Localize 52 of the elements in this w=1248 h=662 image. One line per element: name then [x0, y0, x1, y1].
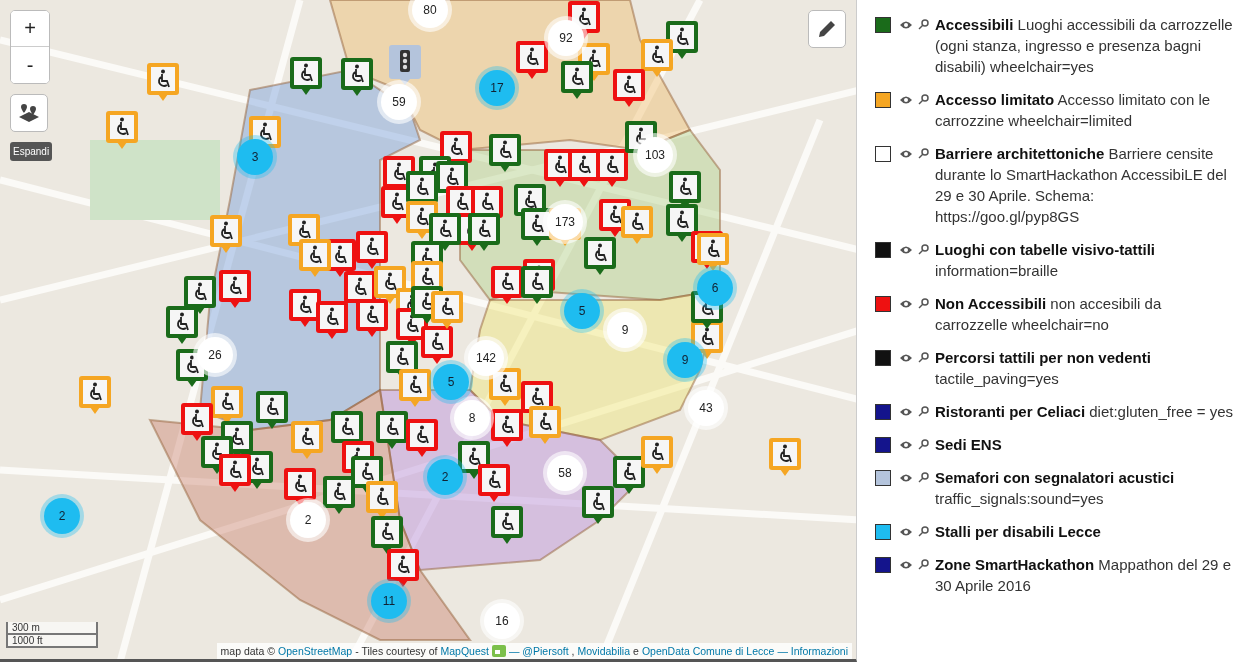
- legend-entry-text: Accessibili Luoghi accessibili da carrozzelle (ogni stanza, ingresso e presenza bagni disabili) wheelchair=yes: [935, 15, 1234, 77]
- eye-icon[interactable]: [899, 148, 913, 159]
- eye-icon[interactable]: [899, 406, 913, 417]
- attribution-text: ,: [571, 645, 575, 657]
- search-icon[interactable]: [918, 148, 929, 159]
- eye-icon[interactable]: [899, 244, 913, 255]
- traffic-light-marker[interactable]: [388, 44, 422, 86]
- legend-entry-text: Stalli per disabili Lecce: [935, 522, 1102, 542]
- search-icon[interactable]: [918, 298, 929, 309]
- search-icon[interactable]: [918, 439, 929, 450]
- legend-entry-text: Percorsi tattili per non vedenti tactile_paving=yes: [935, 348, 1152, 389]
- eye-icon[interactable]: [899, 94, 913, 105]
- legend-entry-text: Semafori con segnalatori acustici traffic_signals:sound=yes: [935, 468, 1176, 509]
- map-layers-icon: [17, 102, 41, 124]
- search-icon[interactable]: [918, 472, 929, 483]
- pencil-icon: [817, 19, 837, 39]
- search-icon[interactable]: [918, 244, 929, 255]
- search-icon[interactable]: [918, 526, 929, 537]
- search-icon[interactable]: [918, 406, 929, 417]
- eye-icon[interactable]: [899, 472, 913, 483]
- eye-icon[interactable]: [899, 352, 913, 363]
- eye-icon[interactable]: [899, 439, 913, 450]
- attribution-link[interactable]: — Informazioni: [777, 645, 848, 657]
- attribution-link[interactable]: OpenStreetMap: [278, 645, 353, 657]
- attribution-text: map data ©: [220, 645, 276, 657]
- legend-entry-text: Accesso limitato Accesso limitato con le carrozzine wheelchair=limited: [935, 90, 1212, 131]
- eye-icon[interactable]: [899, 298, 913, 309]
- scale-bar-imperial: 1000 ft: [6, 635, 98, 648]
- attribution-link[interactable]: MapQuest: [440, 645, 489, 657]
- eye-icon[interactable]: [899, 559, 913, 570]
- search-icon[interactable]: [918, 19, 929, 30]
- legend-entry-text: Sedi ENS: [935, 435, 1003, 455]
- attribution-text: - Tiles courtesy of: [355, 645, 438, 657]
- eye-icon[interactable]: [899, 19, 913, 30]
- expand-button[interactable]: Espandi: [10, 142, 53, 161]
- legend-entry-text: Zone SmartHackathon Mappathon del 29 e 30 Aprile 2016: [935, 555, 1232, 596]
- zoom-in-button[interactable]: +: [11, 11, 49, 47]
- edit-button[interactable]: [808, 10, 846, 48]
- attribution-link[interactable]: OpenData Comune di Lecce: [641, 645, 775, 657]
- legend-entry-text: Luoghi con tabelle visivo-tattili information=braille: [935, 240, 1157, 281]
- attribution-link[interactable]: Movidabilia: [577, 645, 631, 657]
- legend-entry-text: Barriere architettoniche Barriere censite durante lo SmartHackathon AccessibiLE del 29 e 30 Aprile. Schema: https://goo.gl/pyp8GS: [935, 144, 1228, 227]
- attribution-link[interactable]: — @Piersoft: [508, 645, 569, 657]
- layers-button[interactable]: [10, 94, 48, 132]
- attribution-text: e: [633, 645, 639, 657]
- scale-bar-metric: 300 m: [6, 622, 98, 635]
- search-icon[interactable]: [918, 94, 929, 105]
- search-icon[interactable]: [918, 559, 929, 570]
- eye-icon[interactable]: [899, 526, 913, 537]
- legend-entry-text: Non Accessibili non accesibili da carrozzelle wheelchair=no: [935, 294, 1163, 335]
- search-icon[interactable]: [918, 352, 929, 363]
- legend-entry-text: Ristoranti per Celiaci diet:gluten_free = yes: [935, 402, 1235, 422]
